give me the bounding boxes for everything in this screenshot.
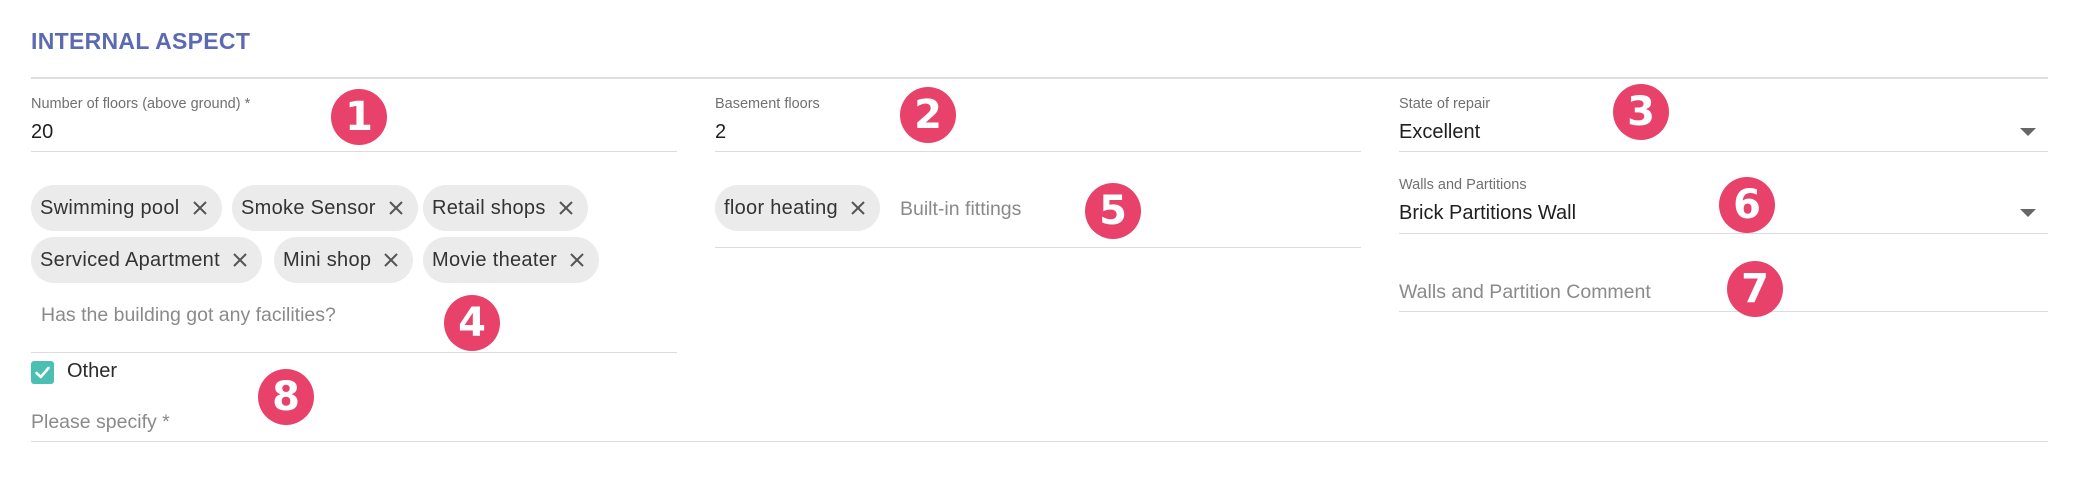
basement-floors-input[interactable]: 2 <box>715 121 726 144</box>
facilities-chip-input[interactable]: Swimming pool Smoke Sensor Retail shops … <box>31 180 677 353</box>
walls-partitions-label: Walls and Partitions <box>1399 177 1527 193</box>
chip-label: Swimming pool <box>40 196 180 219</box>
close-icon[interactable] <box>848 198 868 218</box>
floors-input[interactable]: 20 <box>31 121 53 144</box>
close-icon[interactable] <box>381 250 401 270</box>
walls-comment-placeholder: Walls and Partition Comment <box>1399 281 1651 303</box>
please-specify-field[interactable]: Please specify * <box>31 405 2048 442</box>
facility-chip[interactable]: Serviced Apartment <box>31 237 262 283</box>
annotation-badge-4: 4 <box>444 295 500 351</box>
facility-chip[interactable]: Mini shop <box>274 237 414 283</box>
annotation-badge-1: 1 <box>331 89 387 145</box>
basement-floors-field[interactable]: Basement floors 2 <box>715 90 1361 152</box>
close-icon[interactable] <box>556 198 576 218</box>
close-icon[interactable] <box>230 250 250 270</box>
check-icon <box>35 366 50 379</box>
facilities-placeholder[interactable]: Has the building got any facilities? <box>41 304 336 327</box>
chip-label: Retail shops <box>432 196 546 219</box>
facility-chip[interactable]: Smoke Sensor <box>232 185 418 231</box>
close-icon[interactable] <box>567 250 587 270</box>
section-title: INTERNAL ASPECT <box>31 28 251 54</box>
chevron-down-icon[interactable] <box>2020 209 2036 217</box>
basement-floors-label: Basement floors <box>715 96 820 112</box>
other-label: Other <box>67 360 118 382</box>
annotation-badge-6: 6 <box>1719 177 1775 233</box>
floors-label: Number of floors (above ground) * <box>31 96 251 112</box>
chevron-down-icon[interactable] <box>2020 128 2036 136</box>
fittings-chip-input[interactable]: floor heating Built-in fittings <box>715 180 1361 248</box>
chip-label: floor heating <box>724 196 838 219</box>
chip-label: Smoke Sensor <box>241 196 376 219</box>
state-of-repair-label: State of repair <box>1399 96 1491 112</box>
chip-label: Serviced Apartment <box>40 248 220 271</box>
annotation-badge-3: 3 <box>1613 84 1669 140</box>
section-divider <box>31 77 2048 79</box>
other-checkbox[interactable] <box>31 361 54 384</box>
facility-chip[interactable]: Retail shops <box>423 185 588 231</box>
chip-label: Movie theater <box>432 248 558 271</box>
walls-comment-field[interactable]: Walls and Partition Comment <box>1399 262 2048 312</box>
facility-chip[interactable]: Swimming pool <box>31 185 222 231</box>
annotation-badge-8: 8 <box>258 369 314 425</box>
fitting-chip[interactable]: floor heating <box>715 185 880 231</box>
facility-chip[interactable]: Movie theater <box>423 237 600 283</box>
annotation-badge-7: 7 <box>1727 261 1783 317</box>
chip-label: Mini shop <box>283 248 372 271</box>
state-of-repair-value: Excellent <box>1399 121 1481 143</box>
please-specify-placeholder: Please specify * <box>31 411 170 433</box>
close-icon[interactable] <box>190 198 210 218</box>
annotation-badge-5: 5 <box>1085 183 1141 239</box>
fittings-placeholder[interactable]: Built-in fittings <box>900 198 1021 221</box>
close-icon[interactable] <box>386 198 406 218</box>
walls-partitions-value: Brick Partitions Wall <box>1399 202 1577 224</box>
annotation-badge-2: 2 <box>900 87 956 143</box>
state-of-repair-select[interactable]: State of repair Excellent <box>1399 90 2048 152</box>
